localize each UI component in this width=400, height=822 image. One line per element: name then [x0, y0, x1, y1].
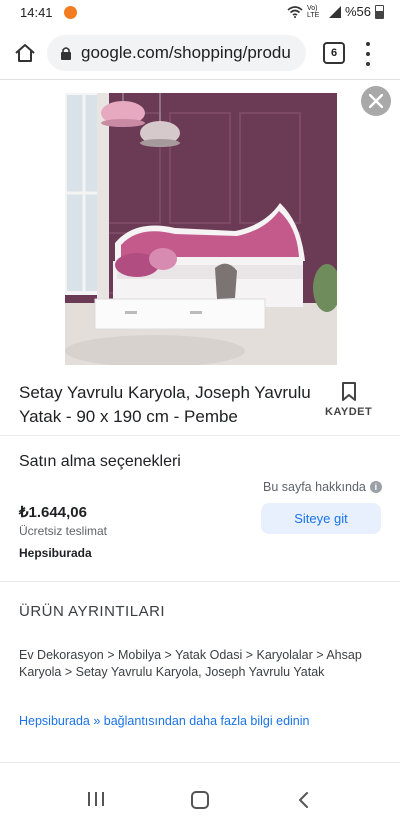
home-icon [15, 44, 35, 62]
purchase-options-heading: Satın alma seçenekleri [19, 453, 181, 470]
battery-icon [375, 4, 384, 19]
address-bar[interactable]: google.com/shopping/produ [47, 35, 306, 71]
category-breadcrumb: Ev Dekorasyon > Mobilya > Yatak Odasi > … [19, 648, 362, 679]
section-divider [0, 581, 400, 582]
home-button[interactable] [12, 40, 38, 66]
more-vert-icon[interactable] [363, 42, 373, 66]
merchant-name[interactable]: Hepsiburada [19, 546, 92, 560]
visit-site-button[interactable]: Siteye git [261, 503, 381, 534]
system-nav-bar [0, 778, 400, 822]
lock-icon [59, 45, 73, 61]
status-indicators: Vo) LTE %56 [287, 4, 384, 19]
battery-percent: %56 [344, 4, 371, 19]
section-divider [0, 762, 400, 763]
product-title: Setay Yavrulu Karyola, Joseph Yavrulu Ya… [19, 383, 311, 426]
url-text: google.com/shopping/produ [81, 43, 291, 62]
section-divider [0, 435, 400, 436]
product-image[interactable] [65, 93, 337, 365]
wifi-icon [287, 5, 303, 18]
product-details-heading: ÜRÜN AYRINTILARI [19, 603, 166, 620]
toolbar-divider [0, 79, 400, 80]
nav-home-icon[interactable] [191, 791, 209, 809]
shipping-info: Ücretsiz teslimat [19, 524, 108, 538]
signal-icon [328, 5, 341, 18]
more-info-link[interactable]: Hepsiburada » bağlantısından daha fazla … [19, 714, 310, 728]
save-button[interactable]: KAYDET [325, 406, 372, 418]
tab-switcher-button[interactable]: 6 [323, 42, 345, 64]
about-page-label: Bu sayfa hakkında [263, 480, 366, 494]
status-bar: 14:41 Vo) LTE %56 [0, 0, 400, 26]
about-page-link[interactable]: Bu sayfa hakkında i [263, 480, 382, 494]
price: ₺1.644,06 [19, 504, 87, 521]
notification-app-icon [64, 6, 77, 19]
status-time: 14:41 [20, 5, 53, 20]
close-button[interactable] [361, 86, 391, 116]
bookmark-icon[interactable] [341, 382, 357, 402]
back-icon[interactable] [296, 790, 312, 810]
close-icon [369, 94, 383, 108]
recent-apps-icon[interactable] [88, 792, 104, 806]
browser-toolbar: google.com/shopping/produ 6 [0, 26, 400, 80]
info-icon: i [369, 481, 382, 493]
network-label: Vo) LTE [306, 4, 320, 19]
